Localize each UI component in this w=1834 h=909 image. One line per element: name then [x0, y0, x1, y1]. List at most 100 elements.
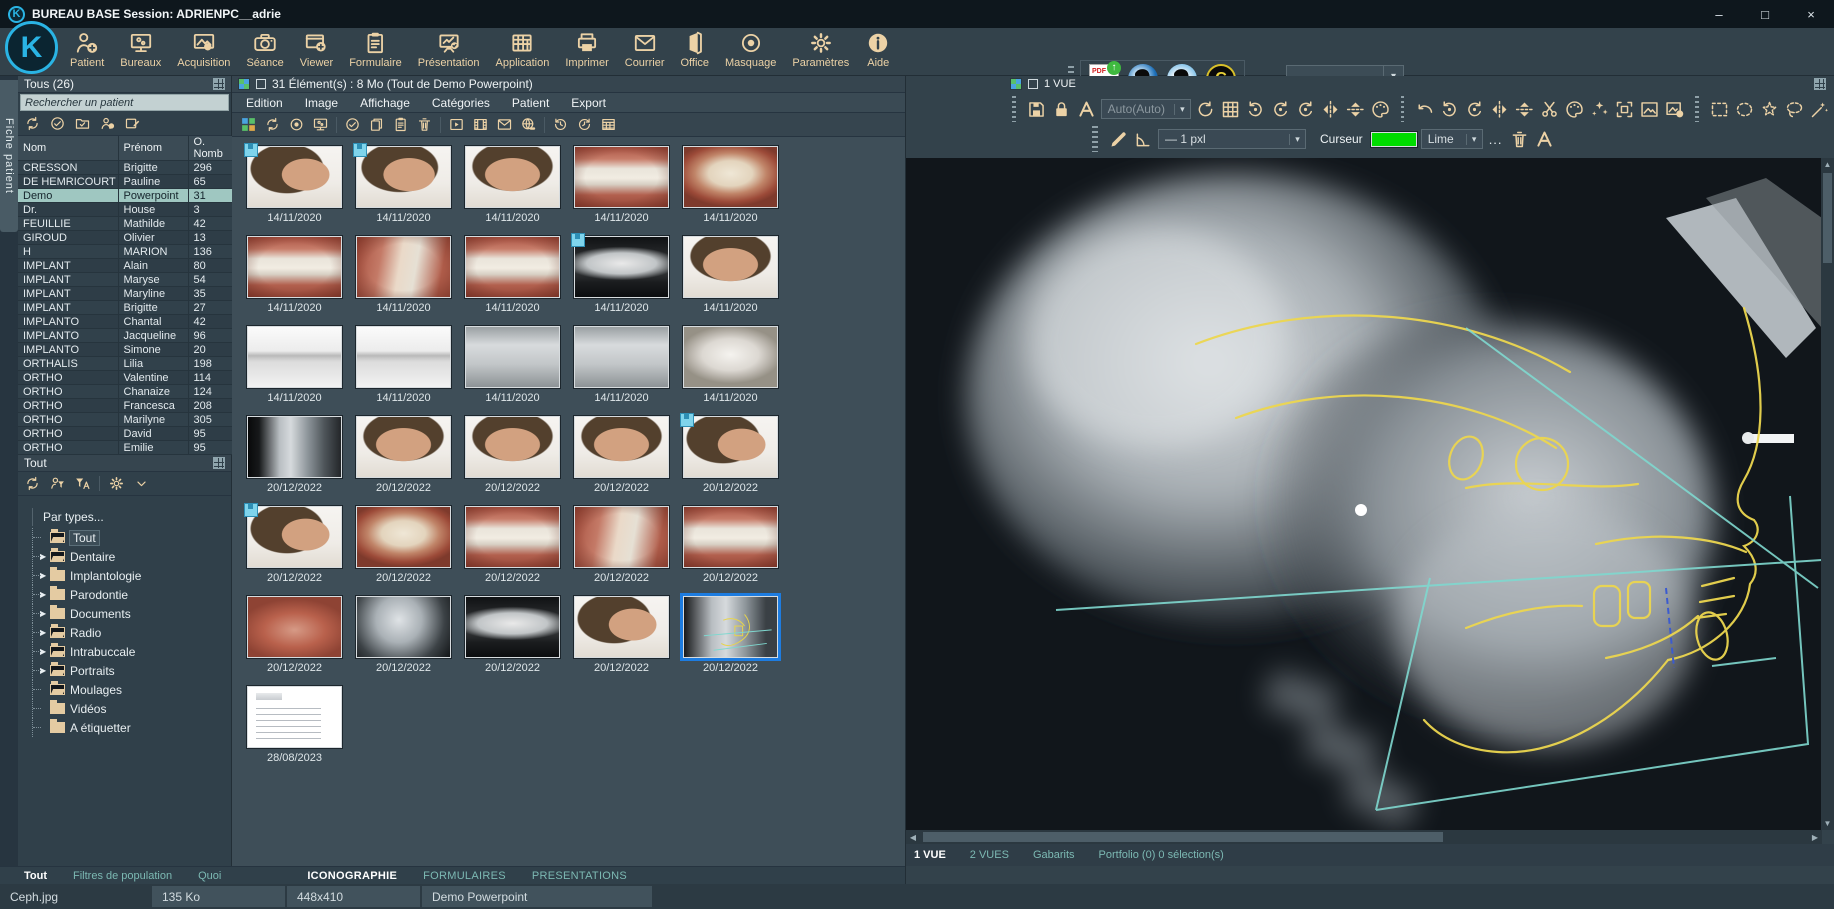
scroll-thumb[interactable] — [1823, 173, 1832, 263]
copy-icon[interactable] — [368, 116, 385, 133]
toolbar-button-mask-eye[interactable]: Masquage — [717, 28, 784, 76]
flip-v-icon[interactable] — [1345, 99, 1366, 120]
grid-icon[interactable] — [1220, 99, 1241, 120]
column-header-nom[interactable]: Nom — [18, 136, 118, 161]
list-footer-tout[interactable]: Tout — [18, 455, 231, 472]
menu-affichage[interactable]: Affichage — [360, 96, 410, 110]
search-input[interactable] — [20, 94, 229, 111]
thumbnail-4[interactable]: 14/11/2020 — [567, 143, 676, 233]
grid-icon[interactable] — [213, 457, 225, 469]
chevron-down-icon[interactable]: ▾ — [1174, 104, 1190, 115]
layout-grid-icon[interactable] — [238, 78, 250, 90]
toolbar-button-office-door[interactable]: Office — [672, 28, 717, 76]
thumbnail-12[interactable]: 14/11/2020 — [349, 323, 458, 413]
table-grid-icon[interactable] — [600, 116, 617, 133]
tab-presentations[interactable]: PRESENTATIONS — [532, 870, 627, 882]
color-grid-icon[interactable] — [240, 116, 257, 133]
funnel-a-icon[interactable] — [74, 475, 91, 492]
toolbar-button-app-grid[interactable]: Application — [488, 28, 558, 76]
column-header-onomb[interactable]: O. Nomb — [188, 136, 232, 161]
thumbnail-30[interactable]: 20/12/2022 — [676, 593, 785, 683]
grid-icon[interactable] — [1814, 78, 1826, 90]
tree-item-documents[interactable]: ▶ Documents — [28, 604, 231, 623]
patient-row[interactable]: ORTHALISLilia198 — [18, 357, 232, 371]
patient-row[interactable]: ORTHOMarilyne305 — [18, 413, 232, 427]
crop-cut-icon[interactable] — [1539, 99, 1560, 120]
trash-icon[interactable] — [416, 116, 433, 133]
toolbar-grip[interactable] — [1401, 96, 1405, 122]
toolbar-button-patient-add[interactable]: Patient — [62, 28, 112, 76]
viewer-tab-portfolio-0-0-s-lection-s-[interactable]: Portfolio (0) 0 sélection(s) — [1099, 849, 1224, 861]
check-circle-icon[interactable] — [344, 116, 361, 133]
tree-item-radio[interactable]: ▶ Radio — [28, 623, 231, 642]
tree-item-moulages[interactable]: Moulages — [28, 680, 231, 699]
tree-item-implantologie[interactable]: ▶ Implantologie — [28, 566, 231, 585]
minimize-button[interactable]: – — [1696, 0, 1742, 28]
thumbnail-31[interactable]: 28/08/2023 — [240, 683, 349, 773]
rot-ccw-icon[interactable] — [1245, 99, 1266, 120]
thumbnail-image-model-gray[interactable] — [574, 326, 669, 388]
wand-icon[interactable] — [1809, 99, 1830, 120]
view-checkbox[interactable] — [1028, 79, 1038, 89]
zoom-mode-combobox[interactable]: Auto(Auto)▾ — [1101, 99, 1191, 119]
lasso-icon[interactable] — [1784, 99, 1805, 120]
thumbnail-9[interactable]: 14/11/2020 — [567, 233, 676, 323]
save-icon[interactable] — [1026, 99, 1047, 120]
patient-list-header[interactable]: Tous (26) — [18, 76, 231, 93]
viewer-tab-1-vue[interactable]: 1 VUE — [914, 849, 946, 861]
thumbnail-22[interactable]: 20/12/2022 — [349, 503, 458, 593]
thumbnail-6[interactable]: 14/11/2020 — [240, 233, 349, 323]
tab-fiche-patient[interactable]: Fiche patient — [0, 80, 18, 232]
kitview-logo-icon[interactable]: K — [5, 21, 58, 74]
thumbnail-image-teeth-side[interactable] — [574, 506, 669, 568]
thumbnail-21[interactable]: 20/12/2022 — [240, 503, 349, 593]
globe-minus-icon[interactable] — [520, 116, 537, 133]
chev-down-icon[interactable] — [133, 475, 150, 492]
select-all-checkbox[interactable] — [256, 79, 266, 89]
tab-tout[interactable]: Tout — [24, 870, 47, 882]
rot-cw-icon[interactable] — [1464, 99, 1485, 120]
tree-item-parodontie[interactable]: ▶ Parodontie — [28, 585, 231, 604]
toolbar-button-envelope[interactable]: Courrier — [617, 28, 673, 76]
rot-ccw-icon[interactable] — [1439, 99, 1460, 120]
thumbnail-2[interactable]: 14/11/2020 — [349, 143, 458, 233]
thumbnail-image-teeth-front[interactable] — [465, 236, 560, 298]
patient-row[interactable]: GIROUDOlivier13 — [18, 231, 232, 245]
flip-v-icon[interactable] — [1514, 99, 1535, 120]
thumbnail-29[interactable]: 20/12/2022 — [567, 593, 676, 683]
menu-image[interactable]: Image — [305, 96, 338, 110]
patient-row[interactable]: IMPLANTMaryline35 — [18, 287, 232, 301]
tree-item-vid-os[interactable]: Vidéos — [28, 699, 231, 718]
thumbnail-image-portrait-side[interactable] — [683, 416, 778, 478]
thumbnail-image-doc[interactable] — [247, 686, 342, 748]
toolbar-button-gear[interactable]: Paramètres — [784, 28, 857, 76]
menu-patient[interactable]: Patient — [512, 96, 549, 110]
menu-edition[interactable]: Edition — [246, 96, 283, 110]
check-circle-icon[interactable] — [49, 115, 66, 132]
thumbnail-image-portrait-34[interactable] — [356, 146, 451, 208]
desktop-icon[interactable] — [312, 116, 329, 133]
tab-filtres-de-population[interactable]: Filtres de population — [73, 870, 172, 882]
toolbar-button-viewer-window[interactable]: Viewer — [292, 28, 341, 76]
thumbnail-16[interactable]: 20/12/2022 — [240, 413, 349, 503]
refresh-icon[interactable] — [24, 475, 41, 492]
img-frame-icon[interactable] — [1639, 99, 1660, 120]
thumbnail-27[interactable]: 20/12/2022 — [349, 593, 458, 683]
patient-row[interactable]: IMPLANTOChantal42 — [18, 315, 232, 329]
envelope-icon[interactable] — [496, 116, 513, 133]
clipboard-icon[interactable] — [392, 116, 409, 133]
rot-reset-icon[interactable] — [1195, 99, 1216, 120]
thumbnail-13[interactable]: 14/11/2020 — [458, 323, 567, 413]
tree-item-a-tiquetter[interactable]: A étiquetter — [28, 718, 231, 737]
thumbnail-28[interactable]: 20/12/2022 — [458, 593, 567, 683]
thumbnail-image-teeth-front[interactable] — [683, 506, 778, 568]
thumbnail-image-teeth-front[interactable] — [247, 236, 342, 298]
thumbnail-image-teeth-side[interactable] — [356, 236, 451, 298]
line-width-combobox[interactable]: — 1 pxl▾ — [1158, 129, 1306, 149]
thumbnail-image-model-white[interactable] — [356, 326, 451, 388]
palette-icon[interactable] — [1564, 99, 1585, 120]
flip-h-icon[interactable] — [1320, 99, 1341, 120]
play-box-icon[interactable] — [448, 116, 465, 133]
toolbar-grip[interactable] — [1092, 126, 1098, 152]
thumbnail-image-pano[interactable] — [465, 596, 560, 658]
